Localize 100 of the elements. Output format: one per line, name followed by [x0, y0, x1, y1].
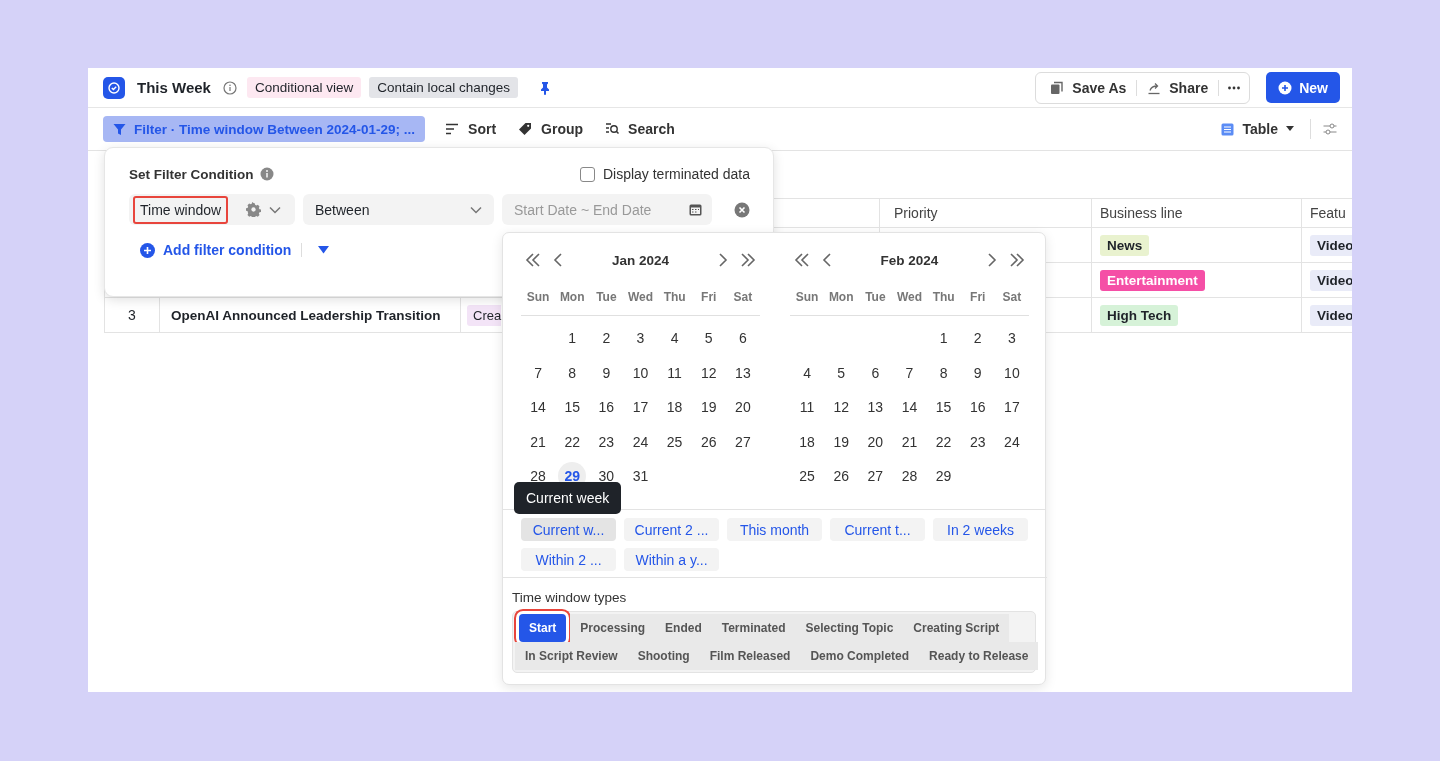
- calendar-day[interactable]: 23: [592, 427, 621, 456]
- shortcut-chip[interactable]: Current w...: [521, 518, 616, 541]
- calendar-day[interactable]: 1: [558, 324, 587, 353]
- previous-month-icon[interactable]: [822, 253, 832, 267]
- chevron-down-icon: [470, 205, 482, 214]
- type-option[interactable]: In Script Review: [515, 642, 628, 670]
- calendar-day[interactable]: 14: [895, 393, 924, 422]
- calendar-day[interactable]: 27: [861, 462, 890, 491]
- calendar-day[interactable]: 1: [929, 324, 958, 353]
- calendar-day[interactable]: 19: [694, 393, 723, 422]
- calendar-day[interactable]: 17: [626, 393, 655, 422]
- type-option[interactable]: Film Released: [699, 642, 801, 670]
- shortcut-chip[interactable]: Current 2 ...: [624, 518, 719, 541]
- previous-year-icon[interactable]: [525, 253, 541, 267]
- calendar-day[interactable]: 8: [929, 358, 958, 387]
- calendar-day[interactable]: 26: [694, 427, 723, 456]
- new-button[interactable]: New: [1266, 72, 1340, 103]
- calendar-day[interactable]: 2: [592, 324, 621, 353]
- caret-down-icon[interactable]: [318, 246, 330, 254]
- calendar-day[interactable]: 12: [694, 358, 723, 387]
- next-month-icon[interactable]: [987, 253, 997, 267]
- calendar-day[interactable]: 17: [997, 393, 1026, 422]
- calendar-day[interactable]: 23: [963, 427, 992, 456]
- operator-select[interactable]: Between: [303, 194, 494, 225]
- view-switch[interactable]: Table: [1217, 121, 1298, 137]
- type-option[interactable]: Ended: [655, 614, 712, 642]
- calendar-day[interactable]: 21: [524, 427, 553, 456]
- calendar-day[interactable]: 27: [728, 427, 757, 456]
- next-year-icon[interactable]: [740, 253, 756, 267]
- calendar-day[interactable]: 5: [694, 324, 723, 353]
- type-option[interactable]: Shooting: [627, 642, 700, 670]
- calendar-day[interactable]: 29: [929, 462, 958, 491]
- calendar-day[interactable]: 7: [524, 358, 553, 387]
- toolbar-button[interactable]: Group: [510, 121, 592, 137]
- toolbar-button[interactable]: Sort: [437, 121, 505, 137]
- shortcut-chip[interactable]: In 2 weeks: [933, 518, 1028, 541]
- calendar-day[interactable]: 15: [558, 393, 587, 422]
- calendar-day[interactable]: 6: [728, 324, 757, 353]
- calendar-day[interactable]: 9: [592, 358, 621, 387]
- calendar-day[interactable]: 9: [963, 358, 992, 387]
- calendar-day[interactable]: 8: [558, 358, 587, 387]
- calendar-day[interactable]: 6: [861, 358, 890, 387]
- calendar-day[interactable]: 12: [827, 393, 856, 422]
- action-button[interactable]: Save As: [1040, 79, 1137, 96]
- info-icon[interactable]: [259, 167, 274, 181]
- calendar-day[interactable]: 13: [728, 358, 757, 387]
- shortcut-chip[interactable]: Within 2 ...: [521, 548, 616, 571]
- calendar-day[interactable]: 16: [963, 393, 992, 422]
- types-title: Time window types: [512, 590, 628, 605]
- terminated-checkbox[interactable]: Display terminated data: [579, 166, 750, 182]
- field-select[interactable]: Time window: [129, 194, 295, 225]
- calendar-day[interactable]: 19: [827, 427, 856, 456]
- calendar-day[interactable]: 18: [793, 427, 822, 456]
- calendar-day[interactable]: 24: [626, 427, 655, 456]
- type-option[interactable]: Demo Completed: [800, 642, 920, 670]
- calendar-day[interactable]: 20: [861, 427, 890, 456]
- calendar-day[interactable]: 11: [660, 358, 689, 387]
- calendar-day[interactable]: 18: [660, 393, 689, 422]
- type-option[interactable]: Processing: [570, 614, 656, 642]
- calendar-day[interactable]: 10: [626, 358, 655, 387]
- previous-month-icon[interactable]: [553, 253, 563, 267]
- next-year-icon[interactable]: [1009, 253, 1025, 267]
- calendar-day[interactable]: 26: [827, 462, 856, 491]
- calendar-day[interactable]: 24: [997, 427, 1026, 456]
- type-option[interactable]: Terminated: [711, 614, 796, 642]
- calendar-day[interactable]: 14: [524, 393, 553, 422]
- type-option[interactable]: Creating Script: [903, 614, 1010, 642]
- shortcut-chip[interactable]: This month: [727, 518, 822, 541]
- calendar-day[interactable]: 3: [626, 324, 655, 353]
- calendar-day[interactable]: 7: [895, 358, 924, 387]
- calendar-day[interactable]: 4: [660, 324, 689, 353]
- toolbar-button[interactable]: Search: [597, 121, 683, 137]
- add-filter-condition-link[interactable]: Add filter condition: [140, 242, 292, 258]
- calendar-day[interactable]: 22: [929, 427, 958, 456]
- calendar-day[interactable]: 25: [660, 427, 689, 456]
- calendar-day[interactable]: 3: [997, 324, 1026, 353]
- calendar-day[interactable]: 4: [793, 358, 822, 387]
- calendar-day[interactable]: 11: [793, 393, 822, 422]
- action-button[interactable]: Share: [1137, 79, 1219, 96]
- calendar-day[interactable]: 25: [793, 462, 822, 491]
- info-icon[interactable]: [222, 80, 237, 95]
- calendar-day[interactable]: 15: [929, 393, 958, 422]
- date-range-field[interactable]: Start Date ~ End Date: [502, 194, 712, 225]
- calendar-day[interactable]: 21: [895, 427, 924, 456]
- type-option[interactable]: Ready to Release: [919, 642, 1039, 670]
- calendar-day[interactable]: 28: [895, 462, 924, 491]
- calendar-day[interactable]: 13: [861, 393, 890, 422]
- calendar-day[interactable]: 20: [728, 393, 757, 422]
- shortcut-chip[interactable]: Within a y...: [624, 548, 719, 571]
- calendar-day[interactable]: 16: [592, 393, 621, 422]
- next-month-icon[interactable]: [718, 253, 728, 267]
- previous-year-icon[interactable]: [794, 253, 810, 267]
- remove-condition-icon[interactable]: [734, 201, 750, 218]
- calendar-day[interactable]: 10: [997, 358, 1026, 387]
- shortcut-chip[interactable]: Current t...: [830, 518, 925, 541]
- calendar-day[interactable]: 5: [827, 358, 856, 387]
- calendar-day[interactable]: 2: [963, 324, 992, 353]
- calendar-day[interactable]: 22: [558, 427, 587, 456]
- calendar-day[interactable]: 31: [626, 462, 655, 491]
- type-option[interactable]: Selecting Topic: [795, 614, 904, 642]
